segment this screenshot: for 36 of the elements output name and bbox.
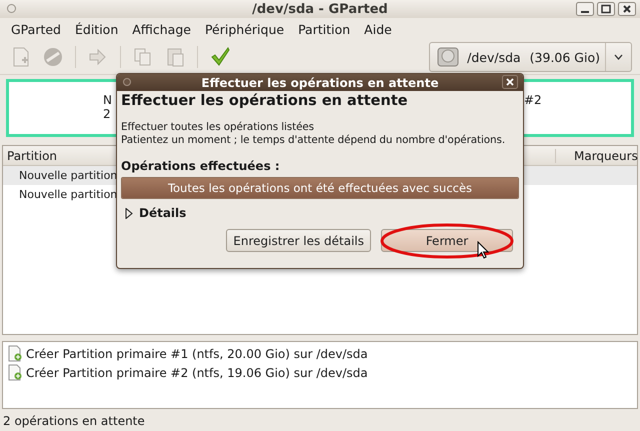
new-document-icon xyxy=(7,345,23,362)
window-menu-icon[interactable] xyxy=(7,4,16,13)
partition-label: #2 xyxy=(524,93,542,107)
menu-item[interactable]: Édition xyxy=(68,20,126,38)
menu-item[interactable]: GParted xyxy=(4,20,68,38)
dialog-text: Effectuer toutes les opérations listées xyxy=(121,121,315,134)
partition-label: N xyxy=(103,93,112,107)
menu-item[interactable]: Affichage xyxy=(125,20,198,38)
dialog-title: Effectuer les opérations en attente xyxy=(201,76,439,90)
menu-item[interactable]: Aide xyxy=(357,20,399,38)
mouse-pointer-icon xyxy=(477,241,489,259)
window-title: /dev/sda - GParted xyxy=(252,2,388,16)
minimize-icon[interactable] xyxy=(576,2,594,16)
column-header[interactable]: Marqueurs xyxy=(555,148,637,162)
table-cell[interactable]: Nouvelle partition xyxy=(19,188,118,201)
operation-text: Créer Partition primaire #2 (ntfs, 19.06 Gio) sur /dev/sda xyxy=(26,366,368,380)
dialog-heading: Effectuer les opérations en attente xyxy=(121,93,409,109)
window-menu-icon[interactable] xyxy=(123,78,131,86)
progress-text: Toutes les opérations ont été effectuées avec succès xyxy=(166,180,474,197)
device-selector[interactable]: /dev/sda (39.06 Gio) xyxy=(429,42,632,72)
new-document-icon xyxy=(7,364,23,381)
details-expander[interactable]: Détails xyxy=(121,204,519,222)
menu-item[interactable]: Périphérique xyxy=(198,20,292,38)
menu-item[interactable]: Partition xyxy=(291,20,358,38)
progress-label: Opérations effectuées : xyxy=(121,159,281,173)
table-cell[interactable]: Nouvelle partition xyxy=(19,169,118,182)
close-icon[interactable] xyxy=(618,2,636,16)
save-details-button[interactable]: Enregistrer les détails xyxy=(226,229,371,252)
column-header[interactable]: Partition xyxy=(3,148,62,162)
dialog-text: Patientez un moment ; le temps d'attente dépend du nombre d'opérations. xyxy=(121,134,506,147)
status-text: 2 opérations en attente xyxy=(2,413,146,430)
expander-arrow-icon xyxy=(125,208,133,218)
maximize-icon[interactable] xyxy=(597,2,615,16)
operation-text: Créer Partition primaire #1 (ntfs, 20.00 Gio) sur /dev/sda xyxy=(26,346,368,360)
partition-label: 2 xyxy=(103,107,112,121)
close-icon[interactable] xyxy=(502,75,518,89)
